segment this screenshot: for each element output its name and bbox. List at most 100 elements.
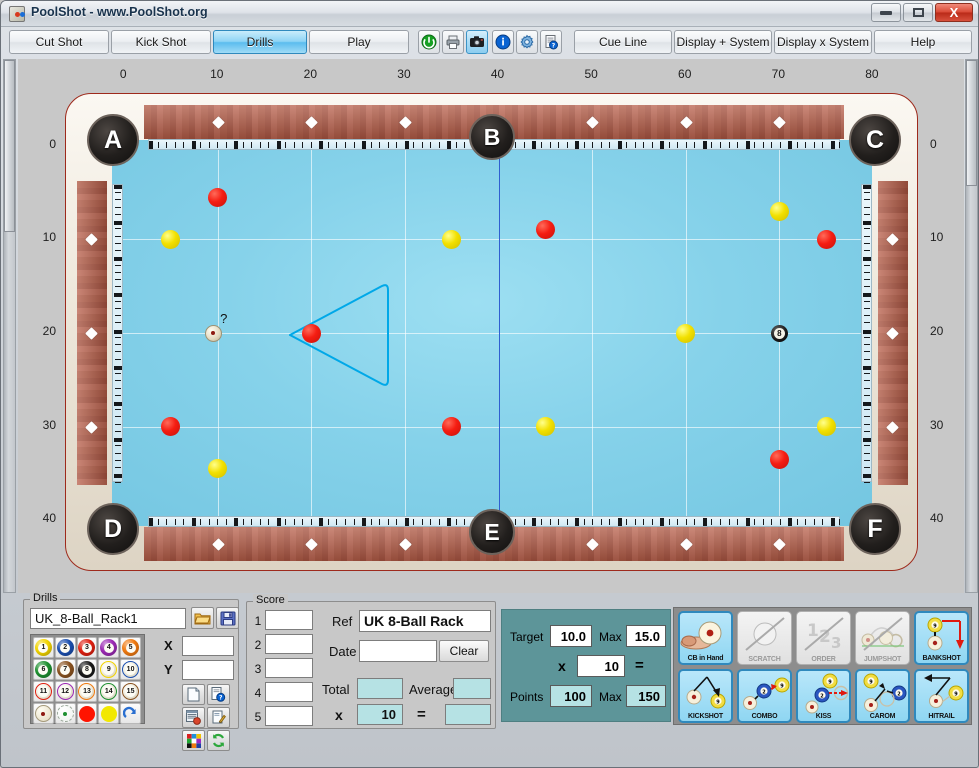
drill-name-input[interactable]: UK_8-Ball_Rack1 bbox=[30, 608, 186, 629]
ball-red-10[interactable] bbox=[161, 417, 181, 437]
ball-cue-6[interactable] bbox=[204, 324, 222, 342]
tab-cut-shot[interactable]: Cut Shot bbox=[9, 30, 109, 54]
shot-button-jumpshot[interactable]: JUMPSHOT bbox=[855, 611, 910, 665]
total-value[interactable] bbox=[357, 678, 403, 699]
power-icon[interactable] bbox=[418, 30, 440, 54]
save-drill-button[interactable] bbox=[216, 607, 239, 629]
score-result-value[interactable] bbox=[445, 704, 491, 725]
info-icon[interactable] bbox=[492, 30, 514, 54]
score-row-input-1[interactable] bbox=[265, 610, 313, 630]
y-coordinate-input[interactable] bbox=[182, 660, 234, 680]
button-display-plus[interactable]: Display + System bbox=[674, 30, 772, 54]
table-properties-icon[interactable] bbox=[182, 707, 205, 728]
ball-red-0[interactable] bbox=[208, 187, 228, 207]
pocket-e[interactable]: E bbox=[469, 509, 515, 555]
open-drill-button[interactable] bbox=[191, 607, 214, 629]
shot-button-carom[interactable]: 9 2 CAROM bbox=[855, 669, 910, 723]
score-row-input-2[interactable] bbox=[265, 634, 313, 654]
shot-button-cb-in-hand[interactable]: CB in Hand bbox=[678, 611, 733, 665]
palette-ball-6[interactable]: 6 bbox=[33, 659, 54, 680]
palette-ball-2[interactable]: 2 bbox=[54, 637, 76, 658]
ball-yellow-4[interactable] bbox=[769, 201, 789, 221]
score-row-input-3[interactable] bbox=[265, 658, 313, 678]
ball-red-7[interactable] bbox=[301, 323, 321, 343]
maximize-button[interactable] bbox=[903, 3, 933, 22]
shot-button-combo[interactable]: 2 9 COMBO bbox=[737, 669, 792, 723]
shot-button-hitrail[interactable]: 9 HITRAIL bbox=[914, 669, 969, 723]
points-max-value[interactable]: 150 bbox=[626, 685, 666, 707]
palette-ball-13[interactable]: 13 bbox=[76, 681, 98, 702]
gear-icon[interactable] bbox=[516, 30, 538, 54]
pool-table-area[interactable]: 0 10 20 30 40 50 60 70 80 0 10 20 30 40 0 10 20 30 40 + … bbox=[18, 59, 964, 593]
ball-yellow-2[interactable] bbox=[442, 229, 462, 249]
new-document-icon[interactable] bbox=[182, 684, 205, 705]
right-scrollbar[interactable] bbox=[965, 59, 978, 593]
shot-button-bankshot[interactable]: 9 BANKSHOT bbox=[914, 611, 969, 665]
palette-ball-10[interactable]: 10 bbox=[120, 659, 141, 680]
palette-ball-4[interactable]: 4 bbox=[98, 637, 120, 658]
left-scrollbar-thumb[interactable] bbox=[4, 60, 15, 232]
ghost-ball-button[interactable] bbox=[54, 703, 76, 724]
pocket-c[interactable]: C bbox=[849, 114, 901, 166]
ball-eight-9[interactable]: 8 bbox=[770, 324, 788, 342]
pocket-f[interactable]: F bbox=[849, 503, 901, 555]
score-row-input-5[interactable] bbox=[265, 706, 313, 726]
right-scrollbar-thumb[interactable] bbox=[966, 60, 977, 186]
close-button[interactable]: X bbox=[935, 3, 973, 22]
palette-ball-12[interactable]: 12 bbox=[54, 681, 76, 702]
clear-button[interactable]: Clear bbox=[439, 640, 489, 662]
palette-ball-8[interactable]: 8 bbox=[76, 659, 98, 680]
red-ball-button[interactable] bbox=[76, 703, 98, 724]
pool-table[interactable]: + 8 ? A B C D E F bbox=[65, 93, 918, 571]
tab-play[interactable]: Play bbox=[309, 30, 409, 54]
shot-button-kickshot[interactable]: 9 KICKSHOT bbox=[678, 669, 733, 723]
ball-yellow-8[interactable] bbox=[676, 323, 696, 343]
date-input[interactable] bbox=[359, 640, 437, 662]
yellow-ball-button[interactable] bbox=[98, 703, 120, 724]
shot-button-order[interactable]: 1 2 3 ORDER bbox=[796, 611, 851, 665]
pocket-a[interactable]: A bbox=[87, 114, 139, 166]
pocket-d[interactable]: D bbox=[87, 503, 139, 555]
shot-button-scratch[interactable]: SCRATCH bbox=[737, 611, 792, 665]
left-scrollbar[interactable] bbox=[3, 59, 16, 593]
target-max-input[interactable]: 15.0 bbox=[626, 625, 666, 647]
target-multiplier-input[interactable]: 10 bbox=[577, 655, 625, 677]
ball-red-11[interactable] bbox=[442, 417, 462, 437]
table-cloth[interactable]: + 8 ? bbox=[112, 140, 872, 526]
palette-ball-5[interactable]: 5 bbox=[120, 637, 141, 658]
ball-yellow-12[interactable] bbox=[535, 417, 555, 437]
tab-drills[interactable]: Drills bbox=[213, 30, 307, 54]
ball-red-15[interactable] bbox=[769, 449, 789, 469]
ball-palette[interactable]: 1 2 3 4 5 6 7 8 9 10 11 12 13 14 15 bbox=[30, 634, 145, 724]
pocket-b[interactable]: B bbox=[469, 114, 515, 160]
palette-ball-11[interactable]: 11 bbox=[33, 681, 54, 702]
average-value[interactable] bbox=[453, 678, 491, 699]
score-multiplier-input[interactable]: 10 bbox=[357, 704, 403, 725]
ball-yellow-14[interactable] bbox=[208, 459, 228, 479]
minimize-button[interactable] bbox=[871, 3, 901, 22]
edit-note-icon[interactable] bbox=[207, 707, 230, 728]
palette-ball-9[interactable]: 9 bbox=[98, 659, 120, 680]
ref-input[interactable]: UK 8-Ball Rack bbox=[359, 610, 491, 632]
ball-red-3[interactable] bbox=[535, 220, 555, 240]
button-display-x[interactable]: Display x System bbox=[774, 30, 872, 54]
points-value[interactable]: 100 bbox=[550, 685, 592, 707]
document-help-icon[interactable]: ? bbox=[207, 684, 230, 705]
ball-yellow-1[interactable] bbox=[161, 229, 181, 249]
shot-button-kiss[interactable]: 2 9 KISS bbox=[796, 669, 851, 723]
score-row-input-4[interactable] bbox=[265, 682, 313, 702]
cue-ball-button[interactable] bbox=[33, 703, 54, 724]
refresh-icon[interactable] bbox=[207, 730, 230, 751]
document-help-icon[interactable]: ? bbox=[540, 30, 562, 54]
button-cue-line[interactable]: Cue Line bbox=[574, 30, 672, 54]
print-icon[interactable] bbox=[442, 30, 464, 54]
palette-ball-1[interactable]: 1 bbox=[33, 637, 54, 658]
ball-red-5[interactable] bbox=[816, 229, 836, 249]
color-palette-icon[interactable] bbox=[182, 730, 205, 751]
palette-ball-14[interactable]: 14 bbox=[98, 681, 120, 702]
camera-icon[interactable] bbox=[466, 30, 488, 54]
palette-ball-15[interactable]: 15 bbox=[120, 681, 141, 702]
palette-ball-3[interactable]: 3 bbox=[76, 637, 98, 658]
x-coordinate-input[interactable] bbox=[182, 636, 234, 656]
palette-ball-7[interactable]: 7 bbox=[54, 659, 76, 680]
